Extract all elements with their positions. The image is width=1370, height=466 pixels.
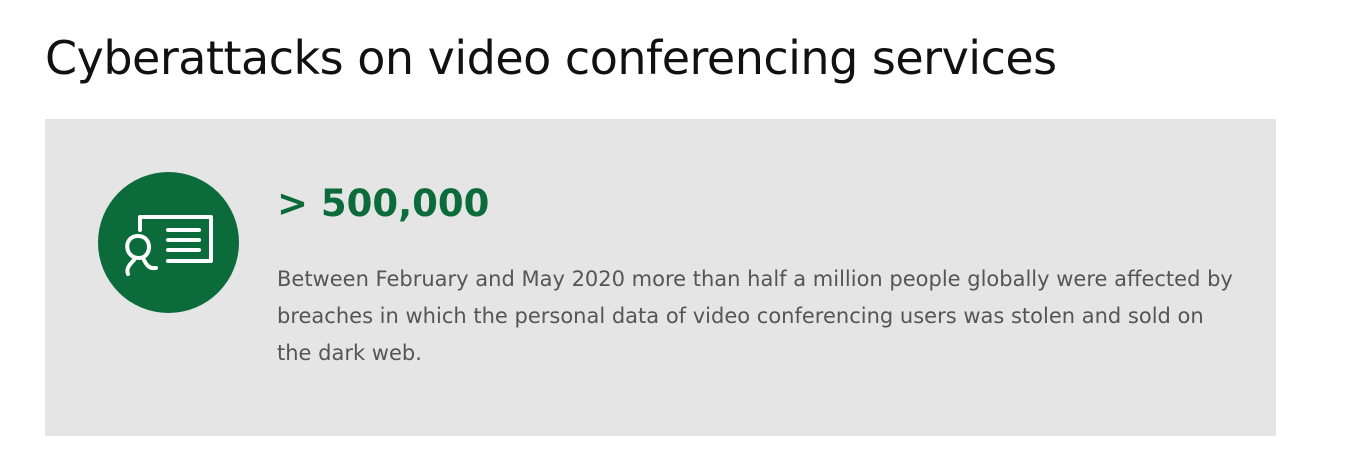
- stat-value: > 500,000: [277, 182, 490, 225]
- stat-icon-badge: [98, 172, 239, 313]
- stat-panel: > 500,000 Between February and May 2020 …: [45, 119, 1276, 436]
- page-title: Cyberattacks on video conferencing servi…: [45, 31, 1057, 85]
- presenter-screen-icon: [125, 215, 213, 276]
- stat-description: Between February and May 2020 more than …: [277, 267, 1233, 365]
